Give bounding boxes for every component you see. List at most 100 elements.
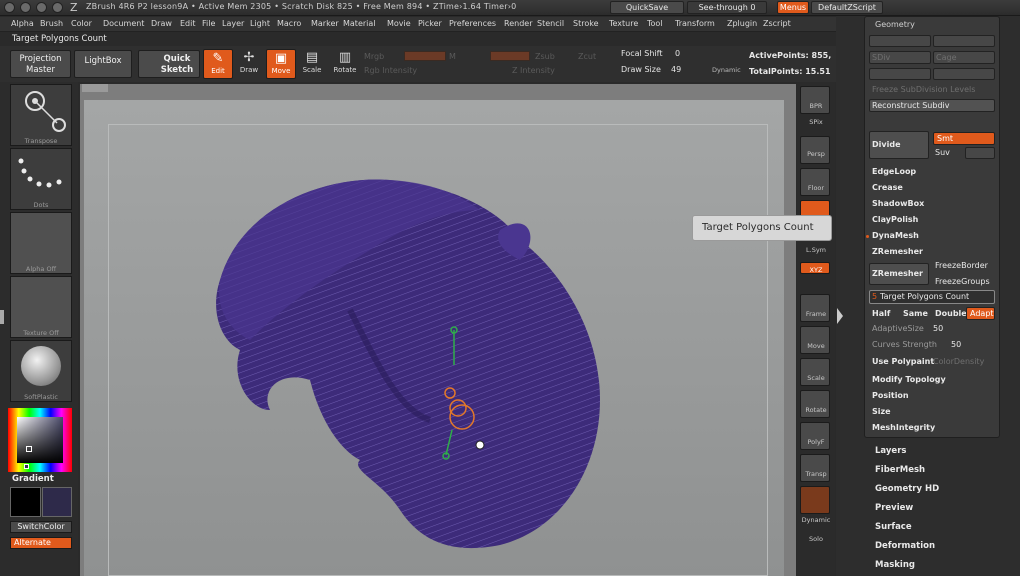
zsub-toggle[interactable]: Zsub (535, 52, 555, 61)
subpalette-layers[interactable]: Layers (875, 446, 906, 456)
subpalette-geometry-hd[interactable]: Geometry HD (875, 484, 939, 494)
position-button[interactable]: Position (872, 391, 909, 400)
sdiv-slider[interactable]: SDiv (869, 51, 931, 64)
menu-item-zplugin[interactable]: Zplugin (727, 19, 757, 28)
left-tray-handle-icon[interactable] (0, 310, 4, 324)
alpha-thumbnail[interactable]: Alpha Off (10, 212, 72, 274)
del-lower-button[interactable] (869, 68, 931, 80)
dynamic-toggle[interactable]: Dynamic (712, 66, 741, 74)
material-thumbnail[interactable]: SoftPlastic (10, 340, 72, 402)
lightbox-button[interactable]: LightBox (74, 50, 132, 78)
geometry-item-claypolish[interactable]: ClayPolish (872, 215, 918, 224)
geometry-header[interactable]: Geometry (875, 20, 915, 29)
menu-item-movie[interactable]: Movie (387, 19, 411, 28)
quicksave-button[interactable]: QuickSave (610, 1, 684, 14)
menu-item-stroke[interactable]: Stroke (573, 19, 599, 28)
move-button[interactable]: ▣ Move (266, 49, 296, 79)
canvas-scroll-handle-icon[interactable] (82, 84, 108, 92)
adaptive-size-label[interactable]: AdaptiveSize (872, 324, 924, 333)
subpalette-fibermesh[interactable]: FiberMesh (875, 465, 925, 475)
subpalette-deformation[interactable]: Deformation (875, 541, 935, 551)
rotate-button[interactable]: ▥ Rotate (330, 49, 360, 79)
quick-sketch-button[interactable]: Quick Sketch (138, 50, 200, 78)
projection-master-button[interactable]: Projection Master (10, 50, 71, 78)
menu-item-macro[interactable]: Macro (277, 19, 301, 28)
meshintegrity-button[interactable]: MeshIntegrity (872, 423, 935, 432)
m-toggle[interactable]: M (449, 52, 456, 61)
menu-item-alpha[interactable]: Alpha (11, 19, 34, 28)
adapt-toggle[interactable]: Adapt (966, 307, 995, 320)
menu-item-picker[interactable]: Picker (418, 19, 442, 28)
menu-item-stencil[interactable]: Stencil (537, 19, 564, 28)
divide-button[interactable]: Divide (869, 131, 929, 159)
close-circle-icon[interactable] (4, 2, 15, 13)
draw-size-value[interactable]: 49 (671, 65, 681, 74)
subpalette-surface[interactable]: Surface (875, 522, 912, 532)
suv-toggle[interactable]: Suv (935, 148, 950, 157)
menu-item-draw[interactable]: Draw (151, 19, 172, 28)
menu-item-render[interactable]: Render (504, 19, 532, 28)
restore-circle-icon[interactable] (52, 2, 63, 13)
dynamic-button[interactable] (800, 486, 830, 514)
maximize-circle-icon[interactable] (36, 2, 47, 13)
smt-toggle[interactable]: Smt (933, 132, 995, 145)
menu-item-edit[interactable]: Edit (180, 19, 196, 28)
menu-item-layer[interactable]: Layer (222, 19, 244, 28)
menu-item-light[interactable]: Light (250, 19, 270, 28)
alternate-button[interactable]: Alternate (10, 537, 72, 549)
freeze-border-toggle[interactable]: FreezeBorder (935, 261, 988, 270)
draw-button[interactable]: ✢ Draw (234, 49, 264, 79)
focal-shift-value[interactable]: 0 (675, 49, 680, 58)
reconstruct-subdiv-button[interactable]: Reconstruct Subdiv (869, 99, 995, 112)
geometry-item-dynamesh[interactable]: DynaMesh (872, 231, 919, 240)
minimize-circle-icon[interactable] (20, 2, 31, 13)
menu-item-marker[interactable]: Marker (311, 19, 339, 28)
edit-button[interactable]: ✎ Edit (203, 49, 233, 79)
color-picker[interactable] (8, 408, 72, 472)
geometry-item-edgeloop[interactable]: EdgeLoop (872, 167, 916, 176)
secondary-color-swatch[interactable] (42, 487, 72, 517)
size-button[interactable]: Size (872, 407, 891, 416)
modify-topology-button[interactable]: Modify Topology (872, 375, 946, 384)
adaptive-size-value[interactable]: 50 (933, 324, 943, 333)
z-intensity-slider[interactable]: Z Intensity (512, 66, 555, 75)
subpalette-preview[interactable]: Preview (875, 503, 913, 513)
scale-button[interactable]: ▤ Scale (297, 49, 327, 79)
color-density-slider[interactable]: ColorDensity (933, 357, 984, 366)
dots-stroke-thumbnail[interactable]: Dots (10, 148, 72, 210)
higher-res-button[interactable] (933, 35, 995, 47)
zremesher-button[interactable]: ZRemesher (869, 263, 929, 285)
suv-box[interactable] (965, 147, 995, 159)
hair-model[interactable] (200, 170, 620, 560)
target-polygons-slider[interactable]: 5 Target Polygons Count (869, 290, 995, 304)
main-color-swatch[interactable] (10, 487, 41, 517)
menu-item-color[interactable]: Color (71, 19, 92, 28)
rgb-intensity-slider[interactable]: Rgb Intensity (364, 66, 417, 75)
freeze-subdivision-button[interactable]: Freeze SubDivision Levels (872, 85, 975, 94)
rgb-toggle[interactable] (404, 51, 446, 61)
geometry-item-crease[interactable]: Crease (872, 183, 903, 192)
menu-item-tool[interactable]: Tool (647, 19, 663, 28)
menu-item-preferences[interactable]: Preferences (449, 19, 496, 28)
menu-item-transform[interactable]: Transform (675, 19, 715, 28)
geometry-item-zremesher[interactable]: ZRemesher (872, 247, 923, 256)
zcut-toggle[interactable]: Zcut (578, 52, 596, 61)
subpalette-masking[interactable]: Masking (875, 560, 915, 570)
switchcolor-button[interactable]: SwitchColor (10, 521, 72, 533)
curves-strength-label[interactable]: Curves Strength (872, 340, 937, 349)
gradient-label[interactable]: Gradient (12, 474, 54, 484)
menu-item-document[interactable]: Document (103, 19, 144, 28)
see-through-slider[interactable]: See-through 0 (687, 1, 767, 14)
freeze-groups-toggle[interactable]: FreezeGroups (935, 277, 990, 286)
mrgb-toggle[interactable]: Mrgb (364, 52, 384, 61)
texture-thumbnail[interactable]: Texture Off (10, 276, 72, 338)
default-zscript-button[interactable]: DefaultZScript (811, 1, 883, 14)
del-higher-button[interactable] (933, 68, 995, 80)
double-button[interactable]: Double (935, 309, 967, 318)
color-square[interactable] (17, 417, 63, 463)
menu-item-zscript[interactable]: Zscript (763, 19, 791, 28)
zadd-toggle[interactable] (490, 51, 530, 61)
menu-item-file[interactable]: File (202, 19, 215, 28)
use-polypaint-button[interactable]: Use Polypaint (872, 357, 934, 366)
curves-strength-value[interactable]: 50 (951, 340, 961, 349)
